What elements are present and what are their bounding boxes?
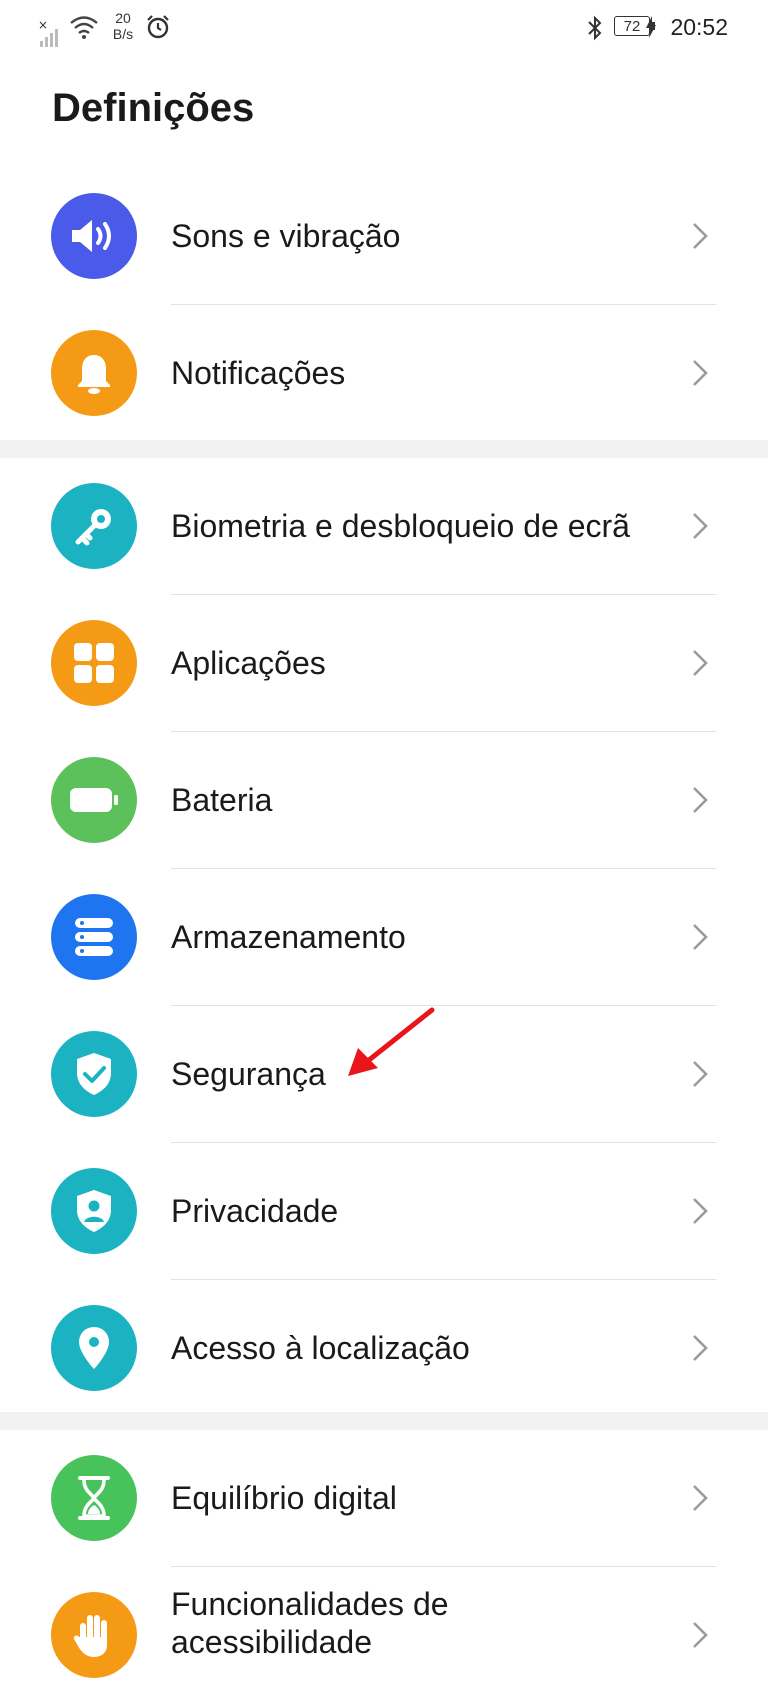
- settings-item-label: Sons e vibração: [171, 218, 401, 254]
- chevron-right-icon: [693, 223, 708, 249]
- speaker-icon: [51, 193, 137, 279]
- chevron-right-icon: [693, 787, 708, 813]
- settings-item-label: Armazenamento: [171, 919, 406, 955]
- chevron-right-icon: [693, 360, 708, 386]
- settings-item-label: Funcionalidades de acessibilidade: [171, 1585, 449, 1661]
- settings-item-battery[interactable]: Bateria: [0, 732, 768, 868]
- location-pin-icon: [51, 1305, 137, 1391]
- network-speed: 20 B/s: [108, 10, 138, 42]
- status-bar: × 20 B/s 72 20:52: [0, 0, 768, 56]
- battery-level: 72: [614, 16, 655, 36]
- settings-item-sounds[interactable]: Sons e vibração: [0, 168, 768, 304]
- clock: 20:52: [670, 14, 728, 40]
- settings-item-location[interactable]: Acesso à localização: [0, 1280, 768, 1416]
- network-speed-unit: B/s: [112, 26, 134, 42]
- shield-check-icon: [51, 1031, 137, 1117]
- page-title: Definições: [52, 86, 255, 130]
- alarm-icon: [147, 15, 169, 39]
- settings-item-storage[interactable]: Armazenamento: [0, 869, 768, 1005]
- settings-item-accessibility[interactable]: Funcionalidades de acessibilidade: [0, 1567, 768, 1703]
- bell-icon: [51, 330, 137, 416]
- settings-item-label: Bateria: [171, 782, 273, 818]
- chevron-right-icon: [693, 1198, 708, 1224]
- hand-icon: [51, 1592, 137, 1678]
- settings-item-biometrics[interactable]: Biometria e desbloqueio de ecrã: [0, 458, 768, 594]
- settings-item-label: Biometria e desbloqueio de ecrã: [171, 508, 630, 544]
- chevron-right-icon: [693, 513, 708, 539]
- no-signal-icon: ×: [38, 18, 58, 47]
- hourglass-icon: [51, 1455, 137, 1541]
- storage-icon: [51, 894, 137, 980]
- settings-item-label: Equilíbrio digital: [171, 1480, 397, 1516]
- settings-item-apps[interactable]: Aplicações: [0, 595, 768, 731]
- settings-item-label: Notificações: [171, 355, 346, 391]
- chevron-right-icon: [693, 1061, 708, 1087]
- wifi-icon: [70, 16, 98, 39]
- settings-item-digital-balance[interactable]: Equilíbrio digital: [0, 1430, 768, 1566]
- charging-icon: [646, 16, 656, 38]
- chevron-right-icon: [693, 924, 708, 950]
- settings-item-notifications[interactable]: Notificações: [0, 305, 768, 441]
- network-speed-value: 20: [115, 10, 131, 26]
- settings-item-label: Privacidade: [171, 1193, 339, 1229]
- section-divider: [0, 440, 768, 458]
- chevron-right-icon: [693, 650, 708, 676]
- annotation-arrow: [348, 1007, 435, 1076]
- chevron-right-icon: [693, 1622, 708, 1648]
- privacy-shield-icon: [51, 1168, 137, 1254]
- apps-grid-icon: [51, 620, 137, 706]
- battery-icon: [51, 757, 137, 843]
- chevron-right-icon: [693, 1485, 708, 1511]
- bluetooth-icon: [588, 15, 602, 41]
- svg-text:×: ×: [38, 18, 48, 32]
- settings-item-label-line2: acessibilidade: [171, 1624, 373, 1660]
- settings-item-label: Aplicações: [171, 645, 326, 681]
- settings-item-label-line1: Funcionalidades de: [171, 1586, 449, 1622]
- chevron-right-icon: [693, 1335, 708, 1361]
- settings-item-label: Acesso à localização: [171, 1330, 470, 1366]
- settings-item-label: Segurança: [171, 1056, 326, 1092]
- settings-item-privacy[interactable]: Privacidade: [0, 1143, 768, 1279]
- key-icon: [51, 483, 137, 569]
